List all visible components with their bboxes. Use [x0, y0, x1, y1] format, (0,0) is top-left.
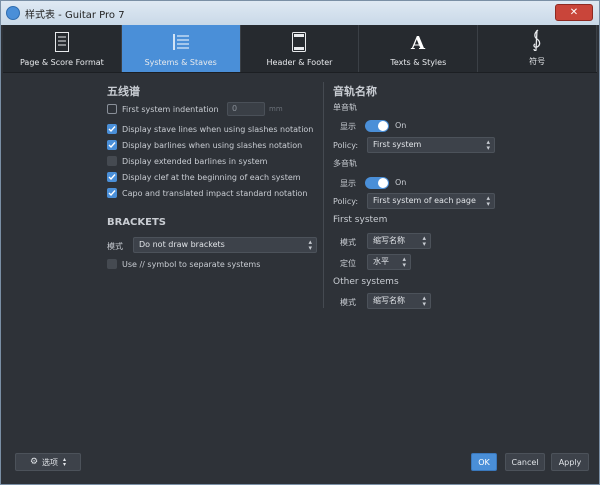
option-clef[interactable]: Display clef at the beginning of each sy…: [107, 172, 301, 182]
cancel-button[interactable]: Cancel: [505, 453, 545, 471]
gear-icon: ⚙: [29, 457, 39, 467]
apply-button[interactable]: Apply: [551, 453, 589, 471]
tab-label: Systems & Staves: [144, 58, 217, 67]
option-label: Display barlines when using slashes nota…: [122, 140, 303, 150]
single-show-toggle[interactable]: [365, 120, 389, 132]
first-system-mode-label: 模式: [340, 238, 356, 247]
checkbox[interactable]: [107, 188, 117, 198]
indent-unit: mm: [269, 105, 283, 113]
updown-arrows-icon: ▴ ▾: [402, 255, 406, 269]
select-value: 缩写名称: [373, 236, 405, 245]
multi-show-label: 显示: [340, 179, 356, 188]
brackets-mode-select[interactable]: Do not draw brackets ▴ ▾: [133, 237, 317, 253]
select-value: Do not draw brackets: [139, 240, 225, 249]
option-label: Display stave lines when using slashes n…: [122, 124, 314, 134]
first-system-position-label: 定位: [340, 259, 356, 268]
option-stave-lines[interactable]: Display stave lines when using slashes n…: [107, 124, 313, 134]
first-indent-checkbox[interactable]: [107, 104, 117, 114]
window-title: 样式表 - Guitar Pro 7: [25, 9, 125, 21]
brackets-section-title: BRACKETS: [107, 217, 167, 228]
brackets-mode-label: 模式: [107, 242, 123, 251]
header-footer-icon: [292, 29, 307, 55]
single-policy-select[interactable]: First system ▴ ▾: [367, 137, 495, 153]
option-label: Capo and translated impact standard nota…: [122, 188, 308, 198]
updown-arrows-icon: ▴ ▾: [422, 294, 426, 308]
select-value: 水平: [373, 257, 389, 266]
stylesheet-window: 样式表 - Guitar Pro 7 ✕ Page & Score Format…: [0, 0, 600, 485]
checkbox[interactable]: [107, 140, 117, 150]
select-value: 缩写名称: [373, 296, 405, 305]
tab-symbols[interactable]: 符号: [478, 25, 597, 72]
other-systems-mode-select[interactable]: 缩写名称 ▴ ▾: [367, 293, 431, 309]
tab-header-footer[interactable]: Header & Footer: [241, 25, 360, 72]
tab-label: Texts & Styles: [390, 58, 447, 67]
options-label: 选项: [42, 457, 59, 467]
other-systems-mode-label: 模式: [340, 298, 356, 307]
checkbox[interactable]: [107, 124, 117, 134]
first-system-title: First system: [333, 215, 388, 225]
check-icon: [108, 174, 116, 181]
check-icon: [108, 142, 116, 149]
first-system-mode-select[interactable]: 缩写名称 ▴ ▾: [367, 233, 431, 249]
checkbox[interactable]: [107, 156, 117, 166]
first-system-position-select[interactable]: 水平 ▴ ▾: [367, 254, 411, 270]
title-bar: 样式表 - Guitar Pro 7 ✕: [1, 1, 599, 25]
multi-show-toggle[interactable]: [365, 177, 389, 189]
option-separate-symbol[interactable]: Use // symbol to separate systems: [107, 259, 260, 269]
first-indent-label: First system indentation: [122, 104, 219, 114]
page-icon: [54, 29, 69, 55]
treble-clef-icon: [530, 27, 544, 53]
option-label: Use // symbol to separate systems: [122, 259, 261, 269]
multi-toggle-state: On: [395, 178, 407, 187]
option-label: Display extended barlines in system: [122, 156, 268, 166]
tab-page-score-format[interactable]: Page & Score Format: [3, 25, 122, 72]
options-menu-button[interactable]: ⚙ 选项 ▴ ▾: [15, 453, 81, 471]
select-value: First system of each page: [373, 196, 476, 205]
multi-track-label: 多音轨: [333, 159, 357, 168]
dialog-footer: ⚙ 选项 ▴ ▾ OK Cancel Apply: [3, 449, 597, 483]
column-divider: [323, 82, 324, 308]
track-names-title: 音轨名称: [333, 85, 377, 98]
ok-button[interactable]: OK: [471, 453, 497, 471]
app-icon: [6, 6, 20, 20]
multi-policy-label: Policy:: [333, 197, 359, 206]
checkbox[interactable]: [107, 259, 117, 269]
systems-staves-panel: 五线谱 First system indentation 0 mm Displa…: [3, 74, 597, 448]
tab-label: 符号: [529, 57, 546, 66]
updown-arrows-icon: ▴ ▾: [63, 456, 67, 468]
other-systems-title: Other systems: [333, 277, 399, 287]
svg-text:A: A: [410, 33, 426, 52]
tab-label: Header & Footer: [266, 58, 333, 67]
tab-systems-staves[interactable]: Systems & Staves: [121, 25, 241, 72]
updown-arrows-icon: ▴ ▾: [308, 238, 312, 252]
tab-texts-styles[interactable]: A Texts & Styles: [359, 25, 479, 72]
updown-arrows-icon: ▴ ▾: [486, 194, 490, 208]
first-indent-option[interactable]: First system indentation: [107, 104, 219, 114]
option-label: Display clef at the beginning of each sy…: [122, 172, 301, 182]
option-capo[interactable]: Capo and translated impact standard nota…: [107, 188, 307, 198]
single-toggle-state: On: [395, 121, 407, 130]
staves-section-title: 五线谱: [107, 85, 140, 98]
staves-icon: [172, 29, 190, 55]
checkbox[interactable]: [107, 172, 117, 182]
tab-bar: Page & Score Format Systems & Staves Hea…: [3, 25, 597, 73]
single-track-label: 单音轨: [333, 103, 357, 112]
single-policy-label: Policy:: [333, 141, 359, 150]
option-extended-barlines[interactable]: Display extended barlines in system: [107, 156, 267, 166]
close-button[interactable]: ✕: [555, 4, 593, 21]
text-icon: A: [408, 29, 428, 55]
first-indent-input[interactable]: 0: [227, 102, 265, 116]
multi-policy-select[interactable]: First system of each page ▴ ▾: [367, 193, 495, 209]
select-value: First system: [373, 140, 422, 149]
tab-label: Page & Score Format: [19, 58, 104, 67]
check-icon: [108, 190, 116, 197]
option-barlines[interactable]: Display barlines when using slashes nota…: [107, 140, 302, 150]
single-show-label: 显示: [340, 122, 356, 131]
updown-arrows-icon: ▴ ▾: [486, 138, 490, 152]
updown-arrows-icon: ▴ ▾: [422, 234, 426, 248]
check-icon: [108, 126, 116, 133]
